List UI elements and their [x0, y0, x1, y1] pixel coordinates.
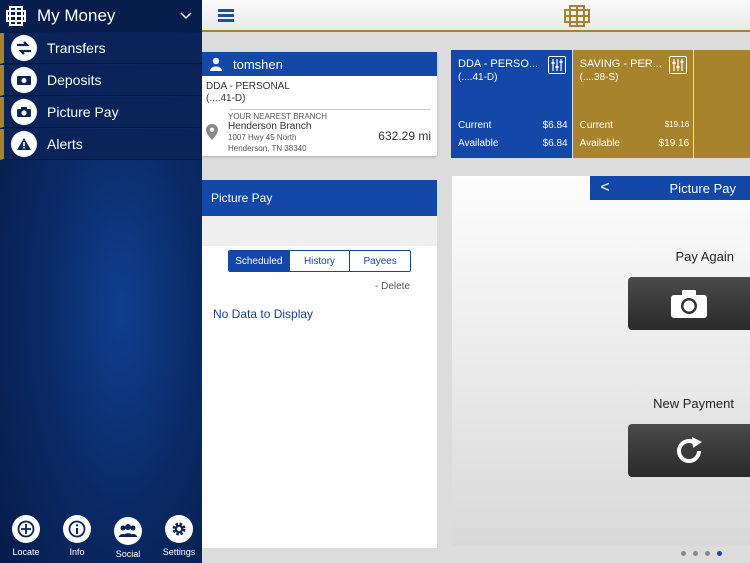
sidebar-item-label: Transfers: [47, 40, 106, 56]
page-indicator[interactable]: [681, 551, 729, 556]
account-tile-checking[interactable]: DDA - PERSO... (....41-D) Current $6.84 A…: [451, 50, 572, 158]
panel-title: Picture Pay: [669, 180, 736, 196]
picture-pay-panel: Picture Pay Scheduled History Payees - D…: [202, 180, 437, 548]
refresh-icon: [677, 436, 702, 463]
sidebar-item-transfers[interactable]: Transfers: [0, 33, 202, 64]
account-tile-partial[interactable]: [694, 50, 750, 158]
page-dot: [681, 551, 686, 556]
plus-circle-icon: [12, 515, 40, 543]
location-pin-icon: [206, 124, 218, 140]
picture-pay-tabs: Scheduled History Payees: [228, 250, 411, 272]
sidebar-item-label: Picture Pay: [47, 104, 119, 120]
current-balance: $19.16: [664, 120, 690, 129]
locate-button[interactable]: Locate: [0, 510, 52, 557]
delete-button[interactable]: - Delete: [375, 281, 410, 292]
branch-address-line2: Henderson, TN 38340: [228, 144, 307, 153]
settings-button[interactable]: Settings: [153, 510, 205, 557]
transfer-arrows-icon: [11, 35, 37, 61]
tile-account-name: SAVING - PER...: [579, 58, 662, 70]
settings-label: Settings: [162, 547, 196, 557]
tile-account-name: DDA - PERSO...: [458, 58, 539, 70]
sliders-icon[interactable]: [669, 56, 688, 74]
user-icon: [210, 57, 222, 71]
available-balance: $6.84: [542, 138, 568, 149]
branch-address-line1: 1007 Hwy 45 North: [228, 133, 297, 142]
current-label: Current: [579, 120, 613, 131]
picture-pay-nav-header: < Picture Pay: [590, 176, 750, 200]
empty-state-text: No Data to Display: [213, 307, 314, 321]
sliders-icon[interactable]: [547, 56, 566, 74]
account-tile-savings[interactable]: SAVING - PER... (....38-S) Current $19.16…: [572, 50, 694, 158]
pay-again-label: Pay Again: [675, 249, 734, 264]
info-icon: [63, 515, 91, 543]
camera-icon: [671, 289, 707, 318]
sidebar: My Money Transfers Deposits Picture Pay …: [0, 0, 202, 563]
account-name: DDA - PERSONAL: [206, 81, 290, 92]
menu-icon[interactable]: [218, 9, 234, 23]
current-label: Current: [458, 120, 492, 131]
pay-again-button[interactable]: [628, 277, 750, 330]
sidebar-item-label: Alerts: [47, 136, 83, 152]
header-spacer: [202, 216, 437, 246]
sidebar-item-picture-pay[interactable]: Picture Pay: [0, 97, 202, 128]
new-payment-button[interactable]: [628, 424, 750, 477]
branch-distance: 632.29 mi: [378, 129, 431, 143]
sidebar-item-alerts[interactable]: Alerts: [0, 129, 202, 160]
social-button[interactable]: Social: [102, 512, 154, 559]
sidebar-title: My Money: [37, 6, 116, 25]
branch-name: Henderson Branch: [228, 121, 312, 132]
bank-logo-icon: [3, 3, 29, 29]
info-button[interactable]: Info: [51, 510, 103, 557]
deposit-camera-icon: [11, 67, 37, 93]
divider: [230, 109, 431, 110]
tile-account-number: (....38-S): [579, 72, 619, 83]
locate-label: Locate: [12, 547, 40, 557]
people-icon: [114, 517, 142, 545]
page-dot: [693, 551, 698, 556]
gear-icon: [165, 515, 193, 543]
camera-icon: [11, 99, 37, 125]
picture-pay-header: Picture Pay: [202, 180, 437, 216]
sidebar-header[interactable]: My Money: [0, 0, 202, 32]
account-summary-card[interactable]: tomshen DDA - PERSONAL (....41-D) YOUR N…: [202, 52, 437, 156]
current-balance: $6.84: [542, 120, 568, 131]
available-label: Available: [579, 138, 620, 149]
page-dot-active: [717, 551, 722, 556]
picture-pay-action-panel: < Picture Pay Pay Again New Payment: [452, 176, 750, 546]
available-label: Available: [458, 138, 499, 149]
available-balance: $19.16: [658, 138, 690, 149]
username: tomshen: [233, 56, 283, 72]
sidebar-item-deposits[interactable]: Deposits: [0, 65, 202, 96]
chevron-down-icon[interactable]: [176, 6, 196, 26]
branch-heading: YOUR NEAREST BRANCH: [228, 112, 327, 121]
account-tiles: DDA - PERSO... (....41-D) Current $6.84 A…: [451, 50, 750, 158]
tab-scheduled[interactable]: Scheduled: [229, 251, 289, 271]
nearest-branch[interactable]: YOUR NEAREST BRANCH Henderson Branch 100…: [202, 112, 437, 156]
info-label: Info: [69, 547, 85, 557]
top-bar: [202, 0, 750, 32]
page-dot: [705, 551, 710, 556]
back-button[interactable]: <: [590, 179, 620, 197]
social-label: Social: [115, 549, 141, 559]
user-header: tomshen: [202, 52, 437, 76]
tile-account-number: (....41-D): [458, 72, 498, 83]
new-payment-label: New Payment: [653, 396, 734, 411]
tab-history[interactable]: History: [288, 251, 350, 271]
sidebar-item-label: Deposits: [47, 72, 102, 88]
bank-logo-icon: [563, 4, 591, 28]
account-number: (....41-D): [206, 93, 246, 104]
sidebar-bottom-bar: Locate Info Social Settings: [0, 510, 202, 563]
alert-triangle-icon: [11, 131, 37, 157]
tab-payees[interactable]: Payees: [349, 251, 410, 271]
